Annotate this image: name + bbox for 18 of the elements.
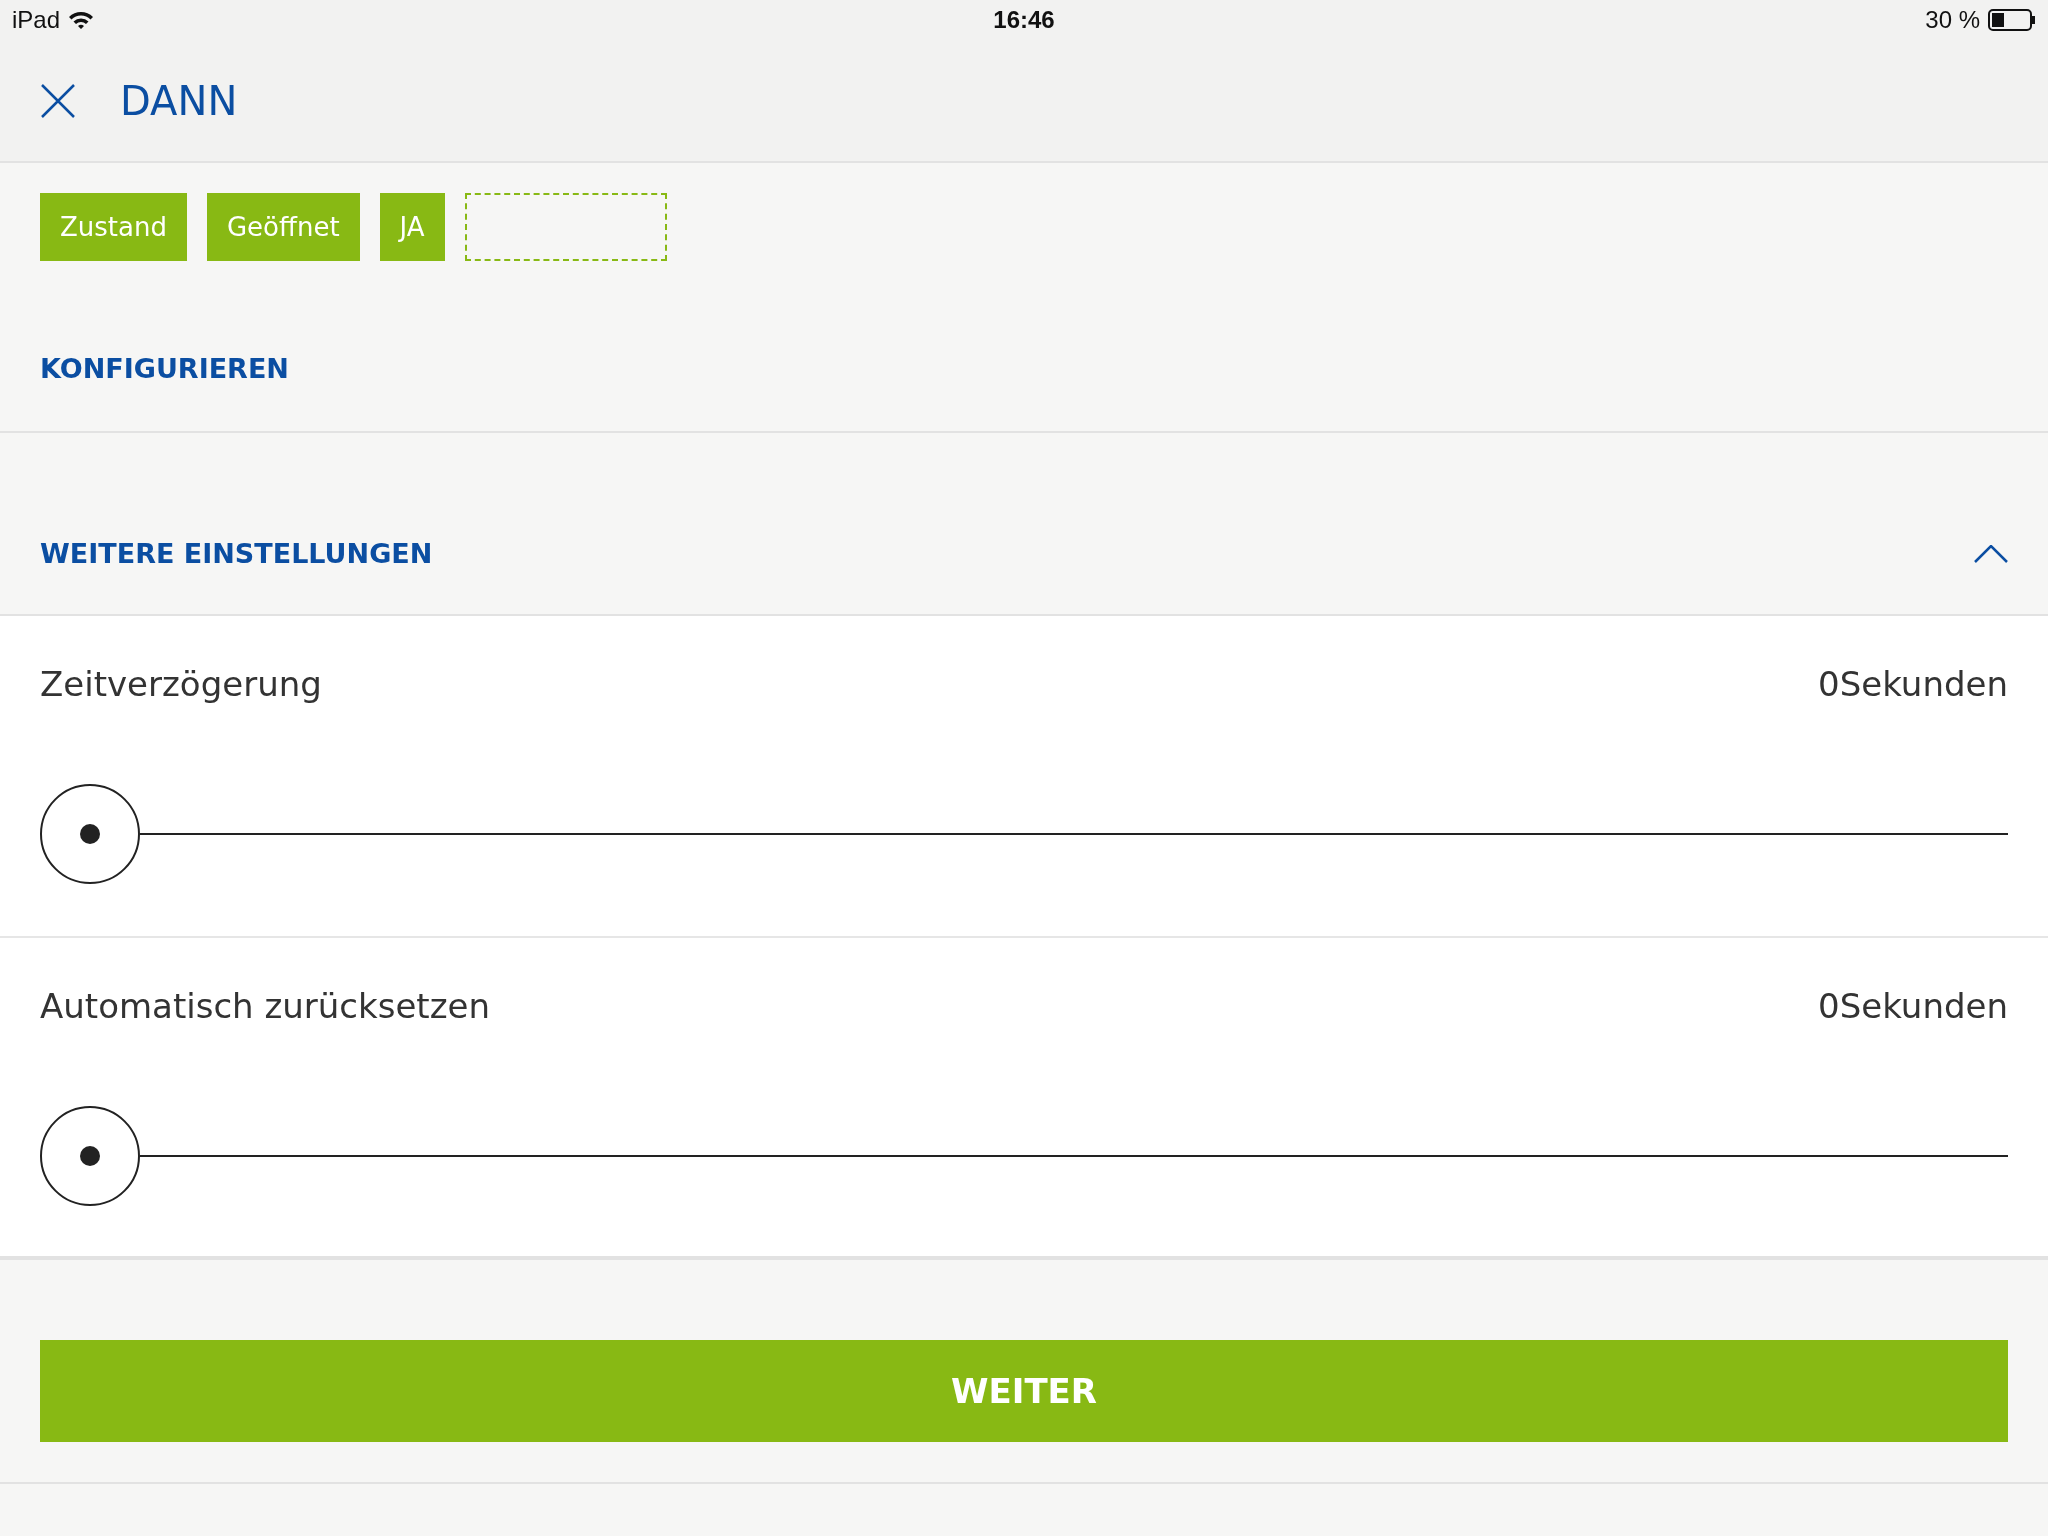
- battery-percentage: 30 %: [1925, 6, 1980, 34]
- setting-label: Automatisch zurücksetzen: [40, 986, 491, 1026]
- setting-label: Zeitverzögerung: [40, 664, 322, 704]
- condition-chip[interactable]: JA: [379, 193, 445, 261]
- continue-button[interactable]: WEITER: [40, 1340, 2008, 1442]
- setting-value: 0Sekunden: [1818, 986, 2008, 1026]
- setting-value: 0Sekunden: [1818, 664, 2008, 704]
- close-button[interactable]: [40, 82, 76, 119]
- configure-link[interactable]: KONFIGURIEREN: [40, 353, 289, 384]
- condition-chip[interactable]: Geöffnet: [206, 193, 360, 261]
- section-header[interactable]: WEITERE EINSTELLUNGEN: [40, 538, 433, 569]
- wifi-icon: [68, 10, 95, 30]
- clock: 16:46: [993, 6, 1055, 34]
- condition-chip[interactable]: Zustand: [40, 193, 187, 261]
- page-title: DANN: [120, 77, 238, 124]
- device-name: iPad: [12, 6, 61, 34]
- battery-icon: [1988, 9, 2036, 31]
- chevron-up-icon[interactable]: [1974, 544, 2008, 563]
